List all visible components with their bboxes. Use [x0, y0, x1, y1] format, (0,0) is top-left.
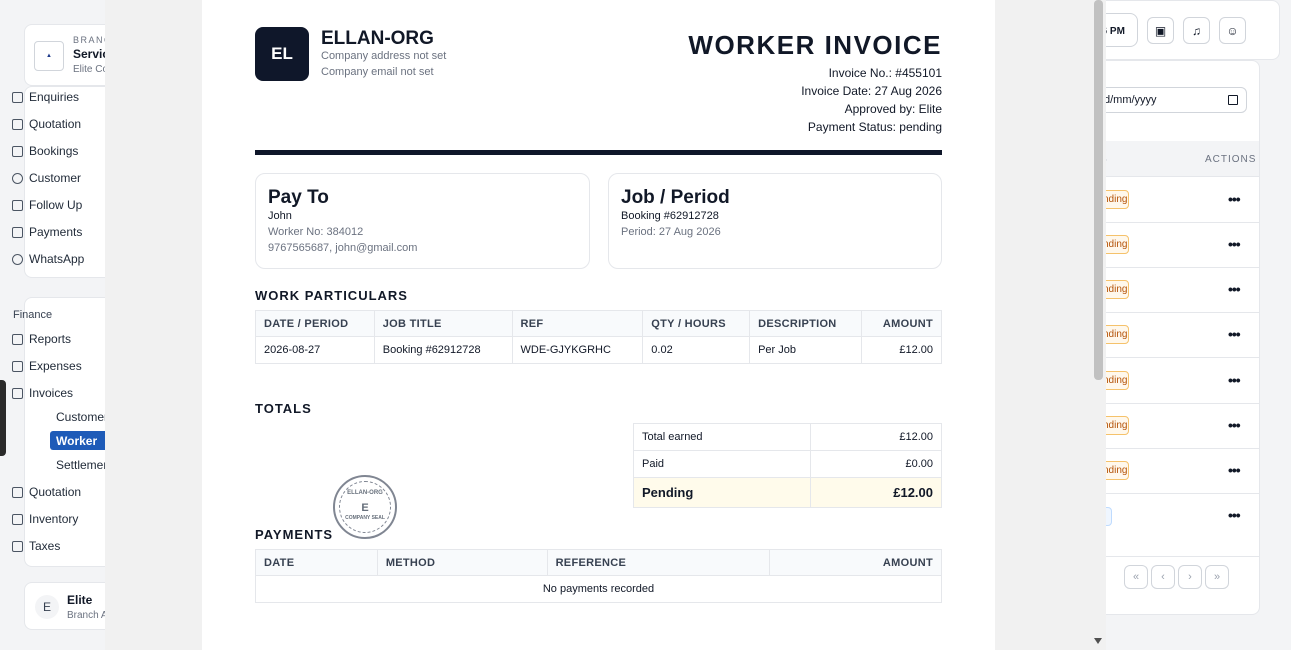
total-earned-value: £12.00	[810, 423, 942, 451]
totals-row: Total earned £12.00	[632, 423, 942, 451]
work-particulars-heading: WORK PARTICULARS	[255, 288, 408, 303]
paid-value: £0.00	[810, 450, 942, 478]
period: Period: 27 Aug 2026	[621, 226, 721, 238]
table-cell: 2026-08-27	[255, 336, 375, 364]
payments-table: DATE METHOD REFERENCE AMOUNT No payments…	[255, 549, 942, 603]
approved-by: Approved by: Elite	[844, 102, 942, 116]
column-header: DATE / PERIOD	[255, 310, 375, 337]
worker-name: John	[268, 210, 292, 222]
table-header-row: DATE METHOD REFERENCE AMOUNT	[255, 549, 942, 576]
column-header: AMOUNT	[769, 549, 942, 576]
payment-status: Payment Status: pending	[807, 120, 942, 134]
company-address: Company address not set	[321, 50, 447, 62]
paid-label: Paid	[632, 450, 812, 478]
table-row: No payments recorded	[255, 575, 942, 603]
pending-value: £12.00	[810, 477, 942, 508]
invoice-date: Invoice Date: 27 Aug 2026	[801, 84, 942, 98]
column-header: REFERENCE	[546, 549, 771, 576]
header-divider	[255, 150, 942, 155]
company-seal: ELLAN-ORG E COMPANY SEAL	[333, 475, 397, 539]
column-header: DESCRIPTION	[749, 310, 862, 337]
scrollbar-thumb[interactable]	[1094, 0, 1103, 380]
totals-row: Pending £12.00	[632, 477, 942, 508]
booking-ref: Booking #62912728	[621, 210, 719, 222]
column-header: REF	[511, 310, 644, 337]
table-header-row: DATE / PERIOD JOB TITLE REF QTY / HOURS …	[255, 310, 942, 337]
column-header: JOB TITLE	[373, 310, 513, 337]
company-logo: EL	[255, 27, 309, 81]
invoice-title: WORKER INVOICE	[688, 30, 942, 60]
table-cell: WDE-GJYKGRHC	[511, 336, 644, 364]
seal-bottom-text: COMPANY SEAL	[345, 515, 385, 521]
pay-to-heading: Pay To	[268, 187, 329, 208]
totals-row: Paid £0.00	[632, 450, 942, 478]
table-row: 2026-08-27 Booking #62912728 WDE-GJYKGRH…	[255, 336, 942, 364]
pending-label: Pending	[632, 477, 812, 508]
invoice-number: Invoice No.: #455101	[828, 66, 942, 80]
empty-message: No payments recorded	[255, 575, 942, 603]
company-email: Company email not set	[321, 66, 434, 78]
payments-heading: PAYMENTS	[255, 527, 334, 542]
column-header: AMOUNT	[861, 310, 942, 337]
table-cell: Per Job	[749, 336, 862, 364]
scroll-down-arrow-icon[interactable]	[1094, 638, 1102, 644]
company-name: ELLAN-ORG	[321, 28, 434, 49]
worker-number: Worker No: 384012	[268, 226, 364, 238]
table-cell: Booking #62912728	[373, 336, 513, 364]
column-header: DATE	[255, 549, 378, 576]
work-particulars-table: DATE / PERIOD JOB TITLE REF QTY / HOURS …	[255, 310, 942, 364]
seal-initial: E	[361, 502, 369, 514]
job-period-card: Job / Period Booking #62912728 Period: 2…	[608, 173, 942, 269]
table-cell: £12.00	[861, 336, 942, 364]
pay-to-card: Pay To John Worker No: 384012 9767565687…	[255, 173, 590, 269]
total-earned-label: Total earned	[632, 423, 812, 451]
worker-contact: 9767565687, john@gmail.com	[268, 242, 418, 254]
job-period-heading: Job / Period	[621, 187, 730, 208]
seal-top-text: ELLAN-ORG	[347, 490, 383, 496]
totals-heading: TOTALS	[255, 401, 312, 416]
totals-table: Total earned £12.00 Paid £0.00 Pending £…	[632, 423, 942, 508]
table-cell: 0.02	[642, 336, 751, 364]
column-header: METHOD	[376, 549, 548, 576]
column-header: QTY / HOURS	[642, 310, 751, 337]
